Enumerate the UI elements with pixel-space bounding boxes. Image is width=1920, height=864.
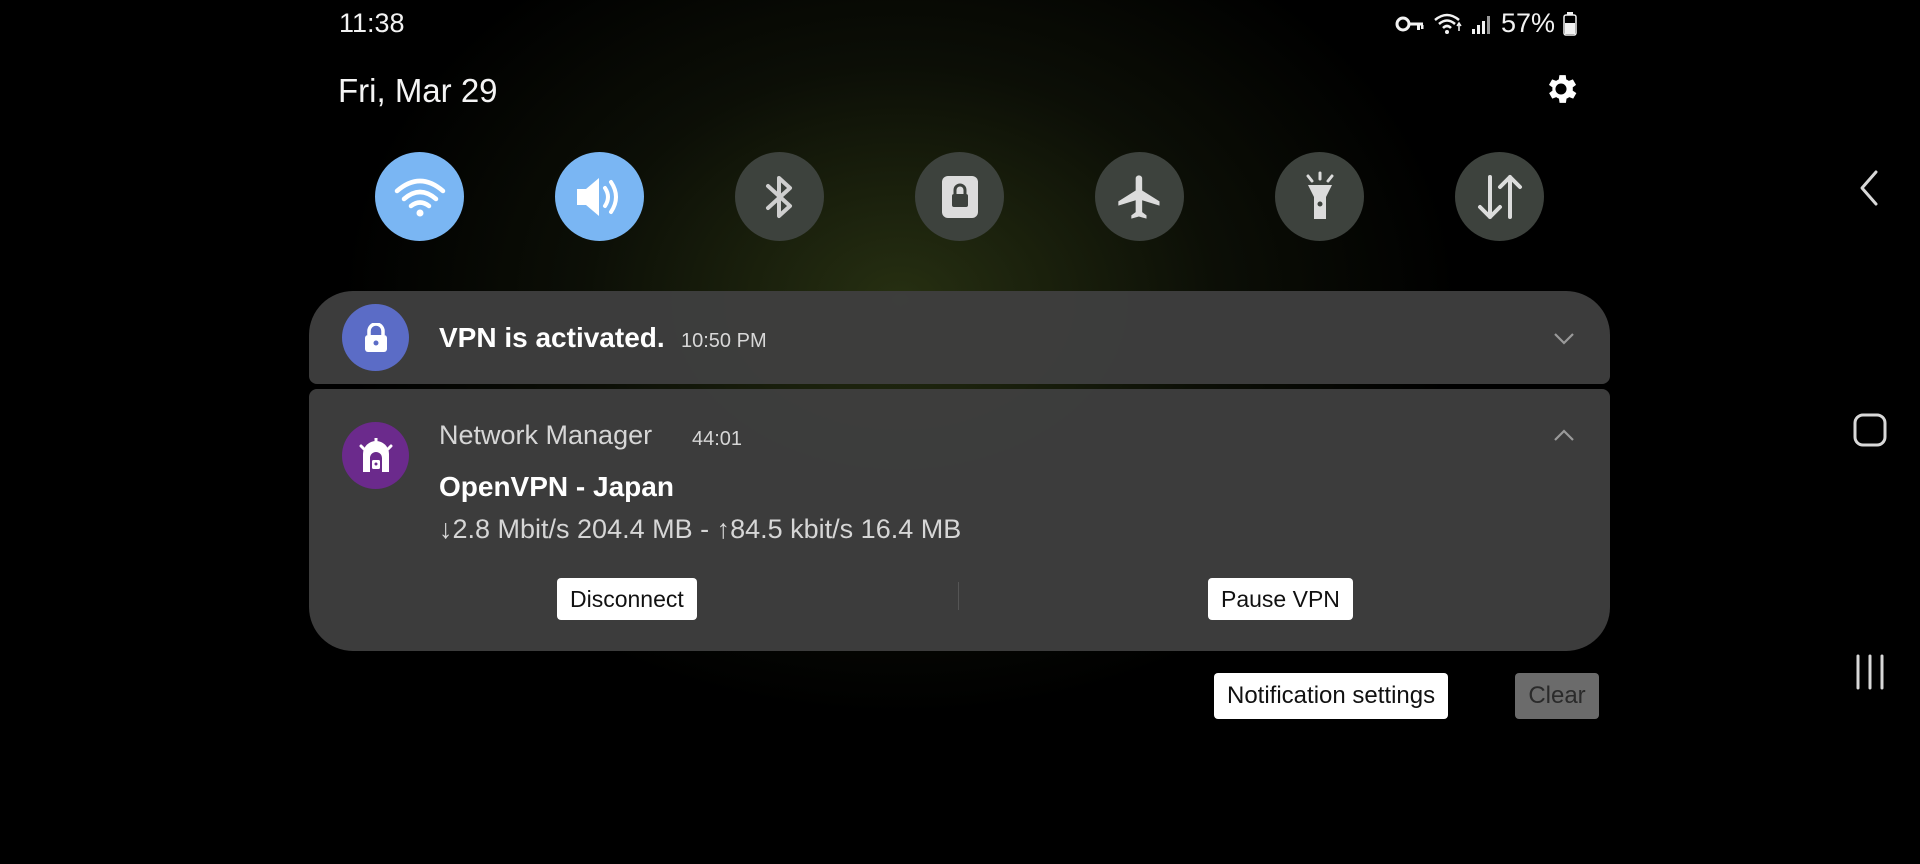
chevron-up-icon[interactable] [1553, 428, 1575, 442]
network-manager-app-name: Network Manager [439, 420, 653, 450]
airplane-icon [1117, 174, 1159, 219]
qs-airplane-toggle[interactable] [1095, 152, 1184, 241]
lock-icon [364, 322, 387, 352]
wifi-icon [394, 178, 445, 216]
status-time: 11:38 [339, 8, 405, 38]
vpn-app-icon [342, 304, 409, 371]
openvpn-icon [359, 437, 392, 472]
qs-rotation-lock-toggle[interactable] [915, 152, 1004, 241]
recents-icon[interactable] [1850, 652, 1890, 692]
battery-icon [1563, 11, 1577, 36]
clear-button[interactable]: Clear [1515, 673, 1599, 719]
action-divider [958, 582, 959, 610]
flashlight-icon [1306, 171, 1333, 219]
bluetooth-icon [765, 175, 792, 218]
network-manager-elapsed-time: 44:01 [692, 428, 743, 450]
date-label: Fri, Mar 29 [338, 72, 498, 109]
wifi-icon [1434, 13, 1462, 34]
qs-wifi-toggle[interactable] [375, 152, 464, 241]
sound-icon [576, 177, 618, 216]
portrait-lock-icon [941, 175, 978, 218]
qs-sound-toggle[interactable] [555, 152, 644, 241]
gear-icon[interactable] [1542, 70, 1580, 108]
vpn-notification-time: 10:50 PM [681, 330, 767, 352]
network-manager-app-icon [342, 422, 409, 489]
vpn-traffic-stats: ↓2.8 Mbit/s 204.4 MB - ↑84.5 kbit/s 16.4… [439, 514, 962, 544]
vpn-key-icon [1395, 16, 1424, 31]
data-arrows-icon [1477, 174, 1522, 219]
battery-percent: 57% [1500, 8, 1555, 38]
qs-flashlight-toggle[interactable] [1275, 152, 1364, 241]
pause-vpn-button[interactable]: Pause VPN [1208, 578, 1353, 620]
back-icon[interactable] [1850, 168, 1890, 208]
qs-mobile-data-toggle[interactable] [1455, 152, 1544, 241]
vpn-notification-title: VPN is activated. [439, 322, 665, 353]
disconnect-button[interactable]: Disconnect [557, 578, 697, 620]
chevron-down-icon[interactable] [1553, 332, 1575, 346]
status-icons: 57% [1395, 8, 1577, 39]
signal-icon [1471, 15, 1490, 34]
vpn-connection-title: OpenVPN - Japan [439, 471, 674, 502]
home-icon[interactable] [1850, 410, 1890, 450]
notification-settings-button[interactable]: Notification settings [1214, 673, 1449, 719]
qs-bluetooth-toggle[interactable] [735, 152, 824, 241]
